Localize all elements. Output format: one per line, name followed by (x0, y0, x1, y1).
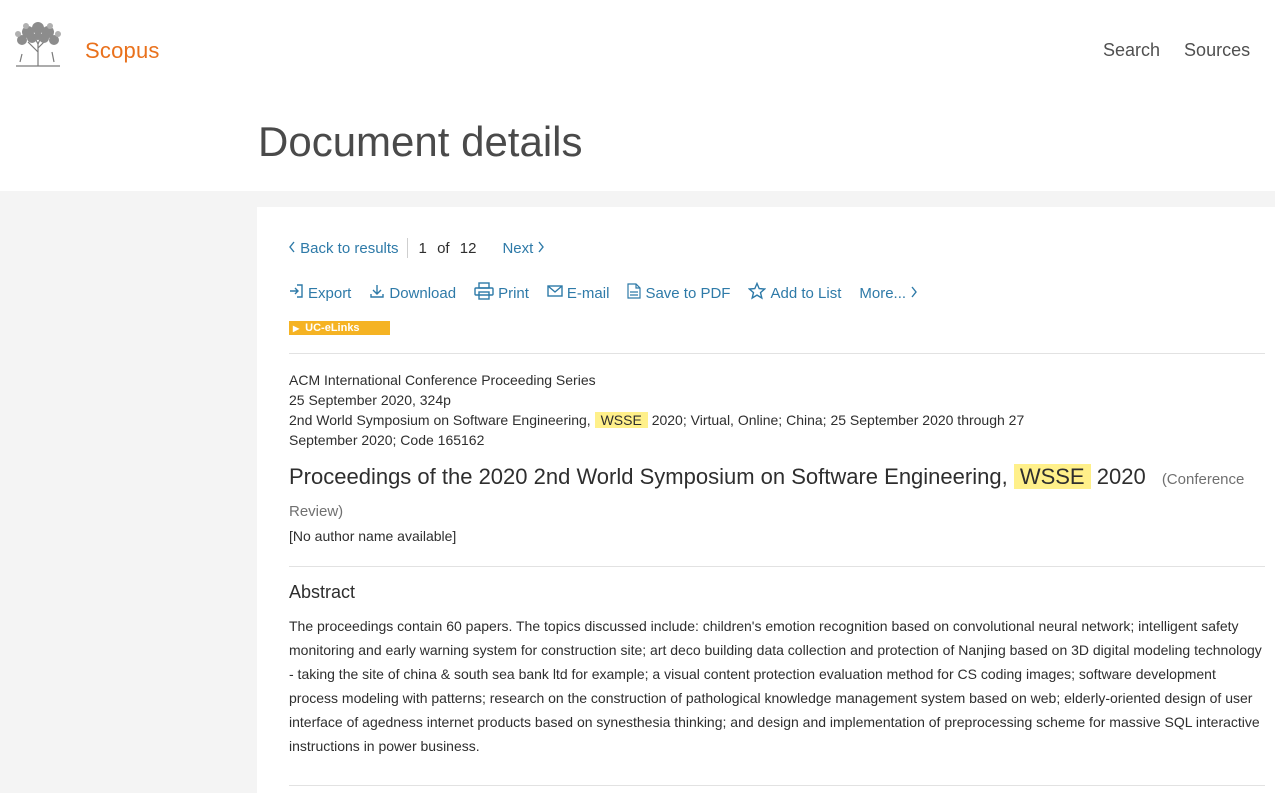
title-highlight-term: WSSE (1013, 464, 1091, 489)
title-band (0, 105, 1275, 191)
elsevier-tree-logo[interactable] (10, 18, 66, 68)
authors: [No author name available] (289, 528, 457, 544)
export-label: Export (308, 284, 352, 302)
print-icon (474, 282, 498, 304)
star-icon (748, 281, 770, 304)
nav-separator (406, 238, 408, 258)
triangle-right-icon: ▶ (293, 324, 300, 333)
abstract-text: The proceedings contain 60 papers. The t… (289, 618, 1262, 754)
title-year: 2020 (1096, 464, 1146, 489)
save-to-pdf-label: Save to PDF (645, 284, 731, 302)
nav-sources[interactable]: Sources (1184, 40, 1250, 61)
divider (289, 566, 1265, 567)
divider (289, 785, 1265, 786)
export-icon (288, 283, 308, 303)
title-text: Proceedings of the 2020 2nd World Sympos… (289, 464, 1008, 489)
document-toolbar: Export Download Print E-mail Save to PDF… (288, 281, 940, 304)
document-title: Proceedings of the 2020 2nd World Sympos… (289, 462, 1269, 526)
chevron-right-icon (537, 240, 545, 257)
more-button[interactable]: More... (859, 285, 922, 302)
brand-name[interactable]: Scopus (85, 38, 160, 64)
export-button[interactable]: Export (288, 283, 351, 303)
chevron-right-icon (910, 285, 922, 302)
result-counter: 1 of 12 (419, 240, 483, 257)
page-title: Document details (258, 118, 583, 165)
add-to-list-label: Add to List (770, 284, 842, 302)
result-current: 1 (418, 239, 427, 257)
save-to-pdf-button[interactable]: Save to PDF (627, 283, 730, 303)
add-to-list-button[interactable]: Add to List (748, 281, 842, 304)
result-total: 12 (459, 239, 477, 257)
results-navigation: Back to results 1 of 12 Next (288, 238, 545, 258)
source-info: ACM International Conference Proceeding … (289, 370, 1089, 450)
print-label: Print (498, 284, 529, 302)
next-result-link[interactable]: Next (502, 240, 545, 257)
download-button[interactable]: Download (369, 283, 456, 303)
site-header: Scopus Search Sources L (0, 0, 1275, 105)
chevron-left-icon (288, 240, 300, 257)
divider (289, 353, 1265, 354)
conference-info: 2nd World Symposium on Software Engineer… (289, 410, 1089, 450)
email-icon (547, 284, 567, 302)
abstract-heading: Abstract (289, 582, 356, 602)
result-of: of (437, 239, 450, 257)
nav-search[interactable]: Search (1103, 40, 1160, 61)
date-pages: 25 September 2020, 324p (289, 392, 451, 408)
download-icon (369, 283, 389, 303)
back-to-results-label: Back to results (300, 239, 399, 257)
email-label: E-mail (566, 284, 610, 302)
top-navigation: Search Sources L (1103, 40, 1275, 61)
pdf-icon (627, 283, 645, 303)
back-to-results-link[interactable]: Back to results (288, 240, 399, 257)
highlight-term: WSSE (594, 412, 648, 428)
more-label: More... (859, 284, 907, 302)
series-link[interactable]: ACM International Conference Proceeding … (289, 370, 1089, 390)
next-label: Next (502, 239, 534, 257)
download-label: Download (389, 284, 457, 302)
print-button[interactable]: Print (474, 282, 529, 304)
email-button[interactable]: E-mail (547, 284, 610, 302)
uc-elinks-label: UC-eLinks (305, 322, 360, 334)
conference-name: 2nd World Symposium on Software Engineer… (289, 412, 591, 428)
uc-elinks-button[interactable]: ▶ UC-eLinks (289, 321, 390, 335)
